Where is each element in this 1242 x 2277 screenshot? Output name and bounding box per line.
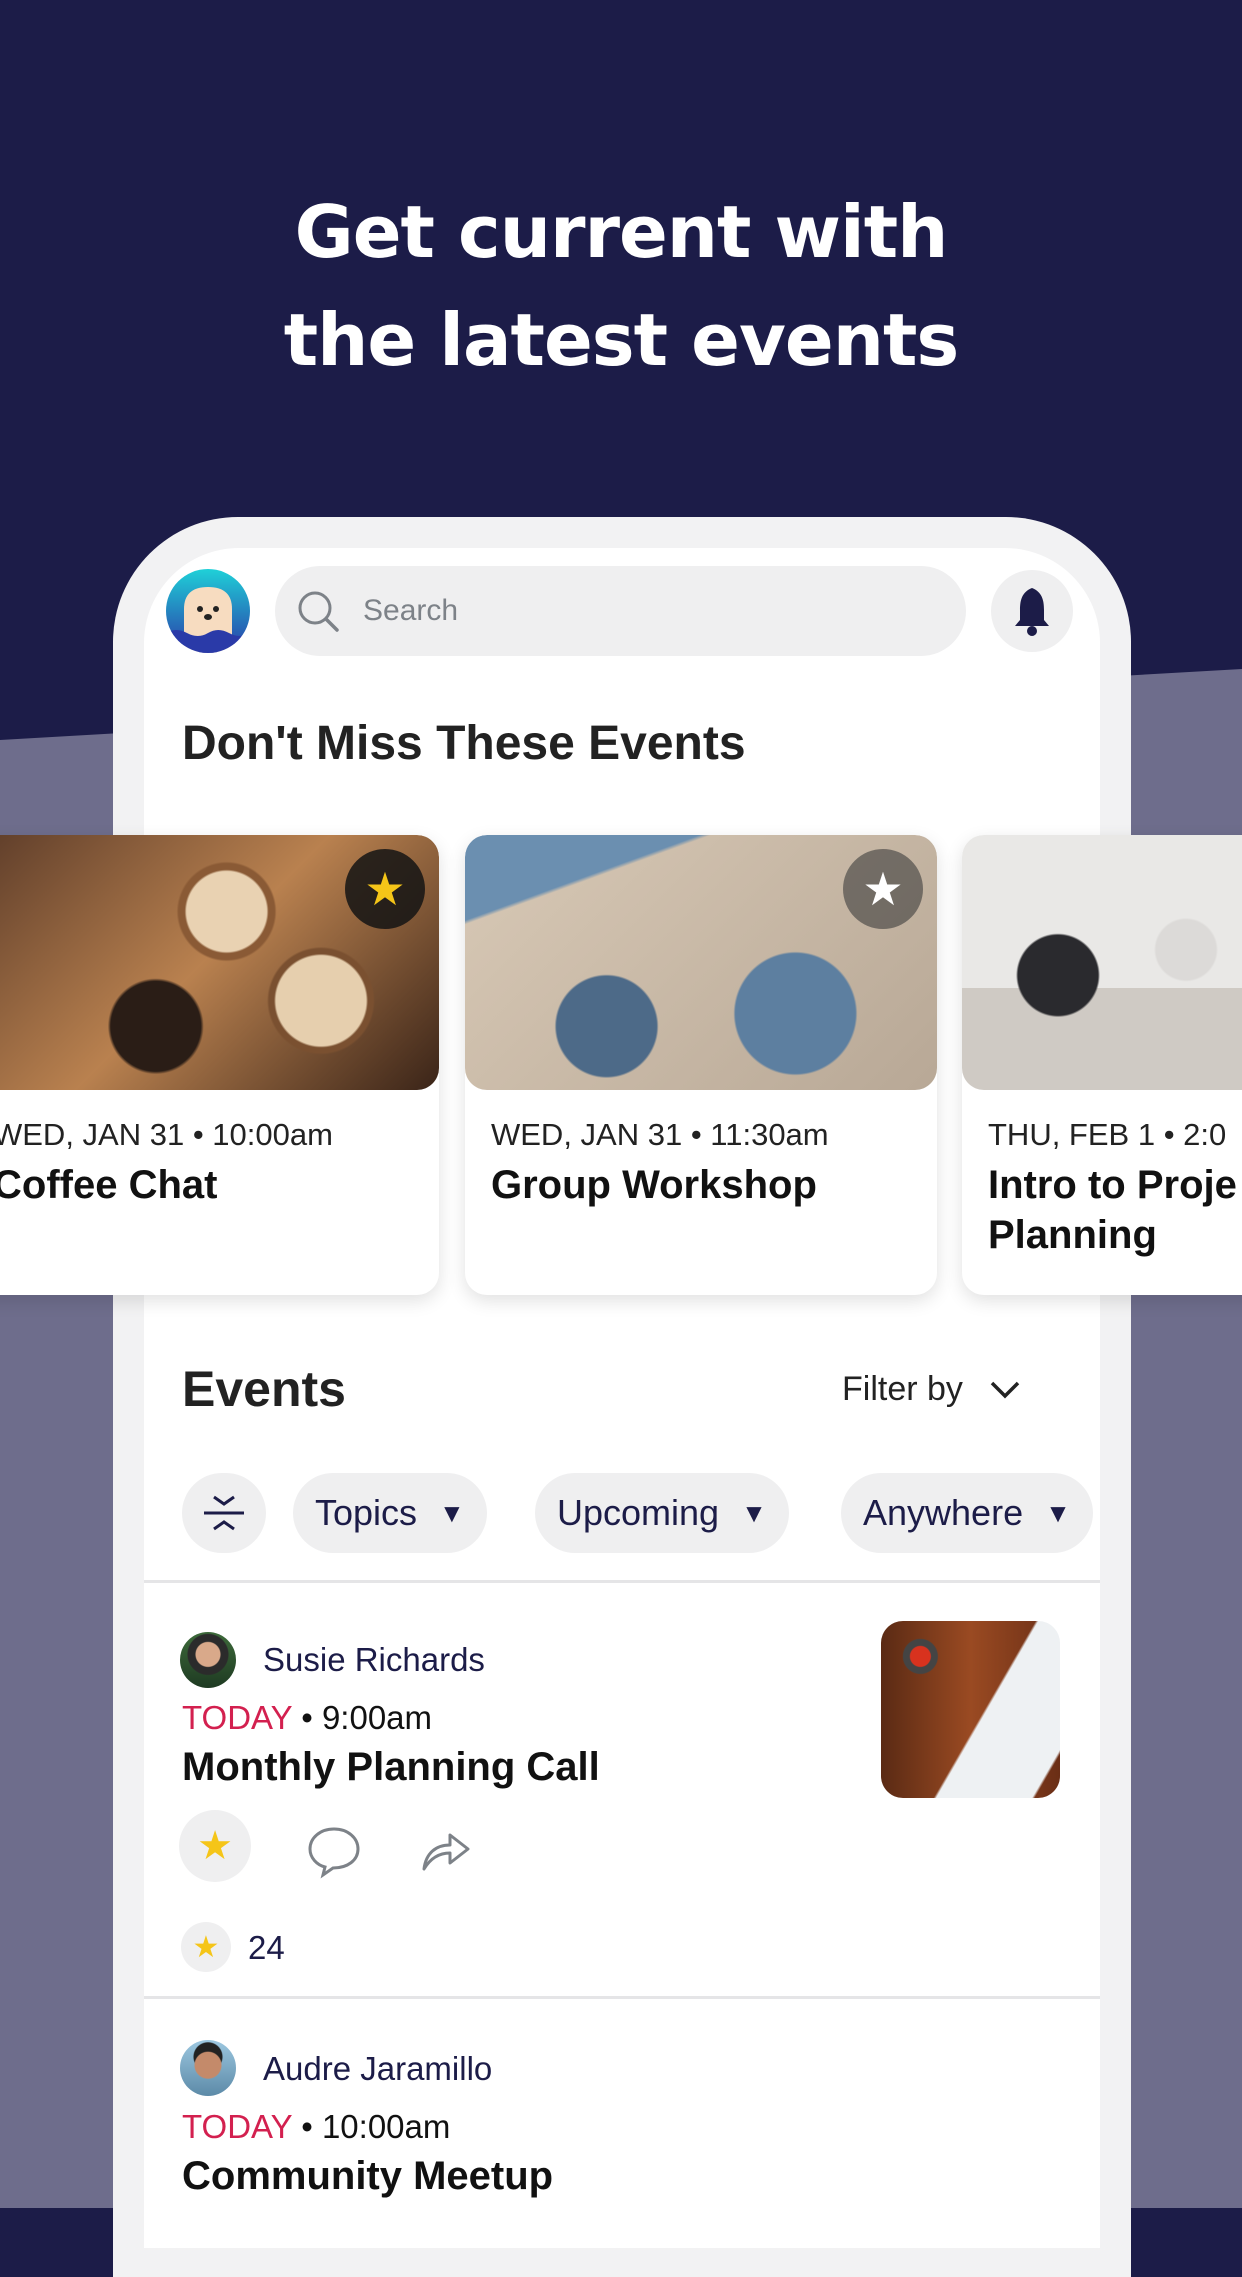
bell-icon [1015,588,1049,636]
event-author[interactable]: Susie Richards [263,1641,485,1679]
chip-label: Anywhere [863,1492,1024,1533]
event-date: WED, JAN 31 • 10:00am [0,1117,333,1152]
chip-label: Upcoming [557,1492,720,1533]
event-title: Intro to Proje Planning [988,1163,1237,1257]
star-count: 24 [248,1929,285,1966]
event-hour: • 9:00am [301,1699,433,1736]
event-date: WED, JAN 31 • 11:30am [491,1117,829,1152]
event-day: TODAY [182,2108,293,2145]
headline-line-1: Get current with [294,190,949,274]
caret-down-icon: ▼ [439,1497,465,1528]
headline-line-2: the latest events [283,298,960,382]
star-icon[interactable]: ★ [345,849,425,929]
event-hour: • 10:00am [301,2108,451,2145]
search-input[interactable]: Search [275,566,966,656]
event-time: TODAY • 9:00am [182,1699,432,1737]
event-title: Group Workshop [491,1163,817,1207]
divider [144,1996,1100,1999]
avatar[interactable] [180,2040,236,2096]
event-author[interactable]: Audre Jaramillo [263,2050,492,2088]
featured-card[interactable]: ★ WED, JAN 31 • 11:30am Group Workshop [465,835,937,1295]
event-title: Coffee Chat [0,1163,218,1207]
chip-topics[interactable]: Topics ▼ [293,1473,487,1553]
events-title: Events [182,1361,346,1417]
chip-upcoming[interactable]: Upcoming ▼ [535,1473,789,1553]
divider [144,1580,1100,1583]
filter-by-dropdown[interactable]: Filter by [842,1370,1021,1409]
comment-icon[interactable] [306,1825,362,1879]
share-icon[interactable] [420,1823,472,1875]
featured-card[interactable]: ★ WED, JAN 31 • 10:00am Coffee Chat [0,835,439,1295]
search-placeholder: Search [363,594,459,627]
star-button[interactable]: ★ [179,1810,251,1882]
event-day: TODAY [182,1699,293,1736]
chip-label: Topics [315,1492,418,1533]
event-thumbnail[interactable] [881,1621,1060,1798]
event-title[interactable]: Community Meetup [182,2154,553,2199]
chip-anywhere[interactable]: Anywhere ▼ [841,1473,1093,1553]
event-title[interactable]: Monthly Planning Call [182,1745,600,1790]
star-count-icon: ★ [181,1922,231,1972]
filter-by-label: Filter by [842,1370,963,1408]
avatar[interactable] [180,1632,236,1688]
caret-down-icon: ▼ [741,1497,767,1528]
notifications-button[interactable] [991,570,1073,652]
chevron-down-icon [990,1381,1020,1398]
headline: Get current with the latest events [0,178,1242,394]
event-time: TODAY • 10:00am [182,2108,450,2146]
featured-title: Don't Miss These Events [182,717,746,770]
star-icon: ★ [197,1824,233,1868]
filter-settings-button[interactable] [182,1473,266,1553]
otter-logo-icon[interactable] [166,569,250,653]
sliders-icon [204,1495,244,1531]
star-outline-icon[interactable]: ★ [843,849,923,929]
event-image [962,835,1242,1090]
caret-down-icon: ▼ [1045,1497,1071,1528]
event-date: THU, FEB 1 • 2:0 [988,1117,1227,1152]
search-icon [298,591,339,632]
featured-card[interactable]: THU, FEB 1 • 2:0 Intro to Proje Planning [962,835,1242,1295]
